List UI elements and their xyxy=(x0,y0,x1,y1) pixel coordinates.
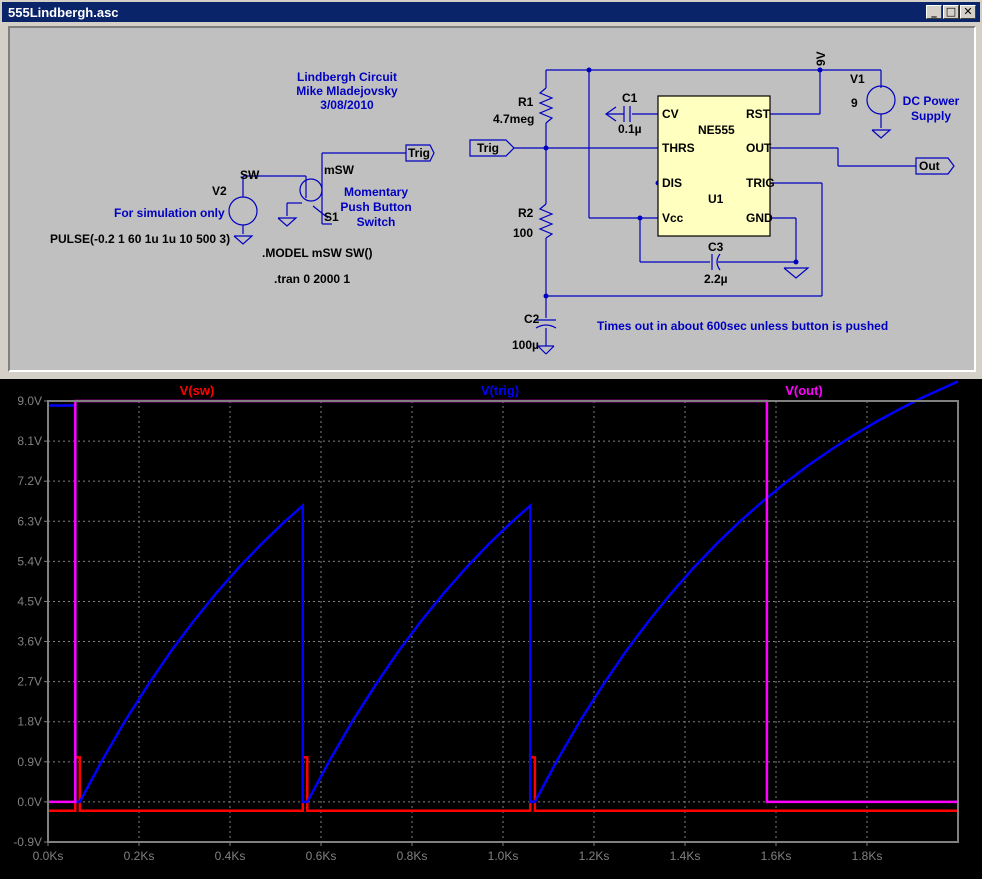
legend-v-out[interactable]: V(out) xyxy=(785,383,823,398)
c2-name[interactable]: C2 xyxy=(524,312,539,326)
r1-value[interactable]: 4.7meg xyxy=(493,112,534,126)
pin-trig: TRIG xyxy=(746,176,775,190)
c3-value[interactable]: 2.2µ xyxy=(704,272,728,286)
x-tick-label: 1.6Ks xyxy=(761,849,792,863)
title-bar[interactable]: 555Lindbergh.asc _ □ ✕ xyxy=(2,2,980,22)
v1-desc-1: DC Power xyxy=(902,94,960,108)
pin-out: OUT xyxy=(746,141,772,155)
waveform-viewer[interactable]: 9.0V 8.1V 7.2V 6.3V 5.4V 4.5V 3.6V 2.7V 1.8V 0.9V… xyxy=(0,379,982,879)
s1-name[interactable]: S1 xyxy=(324,210,339,224)
trace-labels: V(sw) V(trig) V(out) xyxy=(180,383,823,398)
v1-desc-2: Supply xyxy=(910,109,951,123)
v2-source[interactable]: PULSE(-0.2 1 60 1u 1u 10 500 3) xyxy=(50,232,230,246)
r2-name[interactable]: R2 xyxy=(518,206,533,220)
y-axis-ticks: 9.0V 8.1V 7.2V 6.3V 5.4V 4.5V 3.6V 2.7V 1.8V 0.9V… xyxy=(13,394,48,849)
x-tick-label: 1.2Ks xyxy=(579,849,610,863)
flag-trig-2[interactable]: Trig xyxy=(477,141,499,155)
y-tick-label: 8.1V xyxy=(17,434,42,448)
s1-desc-2: Push Button xyxy=(340,200,412,214)
legend-v-sw[interactable]: V(sw) xyxy=(180,383,215,398)
x-tick-label: 1.0Ks xyxy=(488,849,519,863)
v2-name[interactable]: V2 xyxy=(212,184,227,198)
s1-desc-3: Switch xyxy=(356,215,396,229)
timeout-comment: Times out in about 600sec unless button … xyxy=(597,319,889,333)
pin-thrs: THRS xyxy=(662,141,695,155)
s1-model[interactable]: mSW xyxy=(324,163,354,177)
x-tick-label: 0.2Ks xyxy=(124,849,155,863)
u1-name[interactable]: U1 xyxy=(708,192,723,206)
y-tick-label: 9.0V xyxy=(17,394,42,408)
schematic-canvas[interactable]: Lindbergh Circuit Mike Mladejovsky 3/08/… xyxy=(8,26,976,372)
net-sw: SW xyxy=(240,168,260,182)
minimize-button[interactable]: _ xyxy=(926,5,942,19)
flag-out[interactable]: Out xyxy=(919,159,940,173)
y-tick-label: 0.0V xyxy=(17,795,42,809)
pin-vcc: Vcc xyxy=(662,211,684,225)
window-title: 555Lindbergh.asc xyxy=(8,5,119,20)
y-tick-label: 6.3V xyxy=(17,514,42,528)
y-tick-label: 0.9V xyxy=(17,755,42,769)
r1-name[interactable]: R1 xyxy=(518,95,533,109)
c2-value[interactable]: 100µ xyxy=(512,338,539,352)
y-tick-label: 3.6V xyxy=(17,635,42,649)
x-tick-label: 1.8Ks xyxy=(852,849,883,863)
x-tick-label: 0.6Ks xyxy=(306,849,337,863)
waveform-plot[interactable]: 9.0V 8.1V 7.2V 6.3V 5.4V 4.5V 3.6V 2.7V 1.8V 0.9V… xyxy=(0,379,982,879)
r2-value[interactable]: 100 xyxy=(513,226,533,240)
header-line-3: 3/08/2010 xyxy=(320,98,374,112)
x-tick-label: 1.4Ks xyxy=(670,849,701,863)
c1-value[interactable]: 0.1µ xyxy=(618,122,642,136)
u1-part[interactable]: NE555 xyxy=(698,123,735,137)
y-tick-label: -0.9V xyxy=(13,835,42,849)
header-line-1: Lindbergh Circuit xyxy=(297,70,397,84)
pin-rst: RST xyxy=(746,107,770,121)
s1-desc-1: Momentary xyxy=(343,185,408,199)
x-axis-ticks: 0.0Ks 0.2Ks 0.4Ks 0.6Ks 0.8Ks 1.0Ks 1.2Ks 1.4Ks… xyxy=(33,842,883,863)
y-tick-label: 1.8V xyxy=(17,715,42,729)
legend-v-trig[interactable]: V(trig) xyxy=(481,383,519,398)
x-tick-label: 0.4Ks xyxy=(215,849,246,863)
v1-value[interactable]: 9 xyxy=(851,96,858,110)
tran-directive[interactable]: .tran 0 2000 1 xyxy=(274,272,350,286)
model-directive[interactable]: .MODEL mSW SW() xyxy=(262,246,372,260)
pin-dis: DIS xyxy=(662,176,683,190)
y-tick-label: 2.7V xyxy=(17,675,42,689)
maximize-button[interactable]: □ xyxy=(943,5,959,19)
net-9v: 9V xyxy=(814,51,828,66)
v2-desc: For simulation only xyxy=(114,206,225,220)
y-tick-label: 4.5V xyxy=(17,594,42,608)
v1-name[interactable]: V1 xyxy=(850,72,865,86)
plot-grid xyxy=(48,401,958,842)
pin-cv: CV xyxy=(662,107,679,121)
x-tick-label: 0.8Ks xyxy=(397,849,428,863)
x-tick-label: 0.0Ks xyxy=(33,849,64,863)
c1-name[interactable]: C1 xyxy=(622,91,637,105)
pin-gnd: GND xyxy=(746,211,773,225)
header-line-2: Mike Mladejovsky xyxy=(296,84,398,98)
y-tick-label: 7.2V xyxy=(17,474,42,488)
y-tick-label: 5.4V xyxy=(17,554,42,568)
schematic-window: 555Lindbergh.asc _ □ ✕ Lindbergh Circuit… xyxy=(0,0,982,379)
flag-trig-1[interactable]: Trig xyxy=(408,146,430,160)
c3-name[interactable]: C3 xyxy=(708,240,723,254)
close-button[interactable]: ✕ xyxy=(960,5,976,19)
